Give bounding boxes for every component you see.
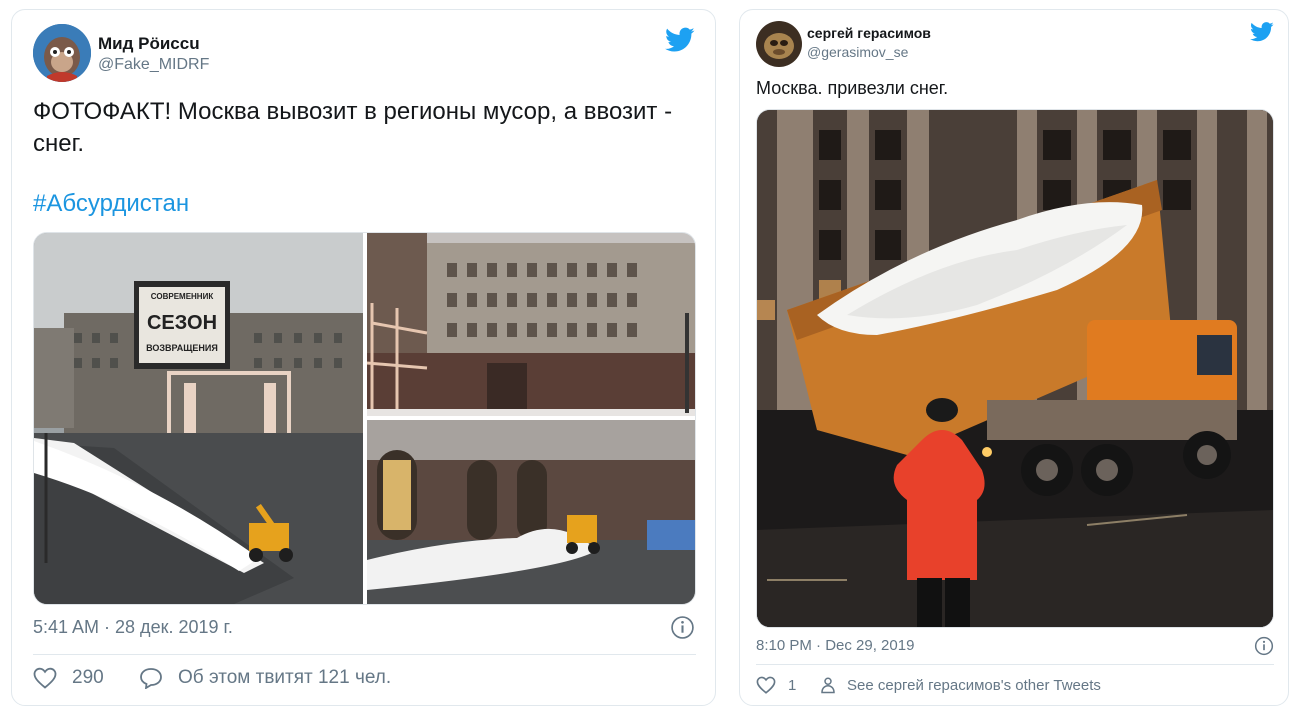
other-tweets-link[interactable]: See сергей герасимов's other Tweets [819, 676, 1101, 694]
info-icon[interactable] [670, 615, 695, 645]
speech-bubble-icon [140, 668, 162, 689]
like-count: 290 [72, 667, 104, 688]
photo-dump-truck[interactable] [757, 110, 1273, 627]
twitter-bird-icon[interactable] [1250, 22, 1274, 47]
billboard-line2: СЕЗОН [147, 312, 217, 334]
person-icon [821, 677, 835, 694]
billboard-line3: ВОЗВРАЩЕНИЯ [146, 343, 218, 353]
heart-icon [33, 667, 57, 689]
tweet-timestamp[interactable]: 5:41 AM · 28 дек. 2019 г. [33, 617, 233, 638]
other-tweets-label: See сергей герасимов's other Tweets [847, 676, 1101, 694]
tweet-card[interactable]: Мид Рöиссu @Fake_MIDRF ФОТОФАКТ! Москва … [11, 9, 716, 706]
divider [756, 664, 1274, 665]
like-button[interactable]: 1 [756, 676, 796, 694]
avatar[interactable] [33, 24, 91, 82]
tweet-text: ФОТОФАКТ! Москва вывозит в регионы мусор… [33, 98, 673, 157]
divider [33, 654, 696, 655]
author-handle[interactable]: @Fake_MIDRF [98, 56, 209, 74]
tweet-text: Москва. привезли снег. [756, 78, 949, 98]
photo-building[interactable] [367, 233, 695, 416]
avatar[interactable] [756, 21, 802, 67]
author-name[interactable]: сергей герасимов [807, 25, 931, 41]
twitter-bird-icon[interactable] [665, 27, 695, 58]
conversation-label: Об этом твитят 121 чел. [178, 667, 392, 688]
hashtag-link[interactable]: #Абсурдистан [33, 190, 189, 218]
media-photo[interactable] [756, 109, 1274, 628]
like-count: 1 [788, 676, 797, 694]
author-handle[interactable]: @gerasimov_se [807, 44, 908, 60]
conversation-button[interactable]: Об этом твитят 121 чел. [139, 667, 391, 689]
tweet-card[interactable]: сергей герасимов @gerasimov_se Москва. п… [739, 9, 1289, 706]
tweet-timestamp[interactable]: 8:10 PM · Dec 29, 2019 [756, 637, 914, 654]
author-name[interactable]: Мид Рöиссu [98, 34, 200, 54]
like-button[interactable]: 290 [33, 667, 104, 689]
photo-snow-pile[interactable] [367, 420, 695, 604]
photo-street-billboard[interactable]: СОВРЕМЕННИК СЕЗОН ВОЗВРАЩЕНИЯ [34, 233, 363, 604]
billboard-line1: СОВРЕМЕННИК [151, 292, 214, 301]
heart-icon [756, 676, 776, 694]
info-icon[interactable] [1254, 636, 1274, 661]
media-grid[interactable]: СОВРЕМЕННИК СЕЗОН ВОЗВРАЩЕНИЯ [33, 232, 696, 605]
